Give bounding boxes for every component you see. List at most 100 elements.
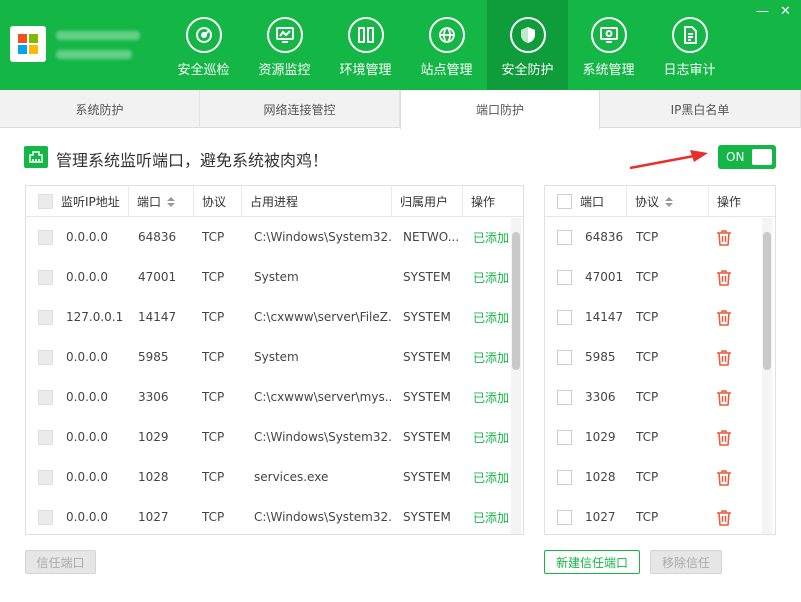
table-row: 127.0.0.1 14147 TCP C:\cxwww\server\FileZ..… [26, 297, 511, 337]
nav-label: 安全巡检 [177, 63, 230, 78]
row-checkbox[interactable] [557, 509, 572, 525]
cell-action-status[interactable]: 已添加 [473, 297, 511, 337]
cell-action-status[interactable]: 已添加 [473, 257, 511, 297]
cell-action-status[interactable]: 已添加 [473, 217, 511, 257]
row-checkbox[interactable] [557, 429, 572, 445]
cell-port: 1027 [138, 510, 169, 524]
banner-text: 管理系统监听端口，避免系统被肉鸡！ [56, 151, 329, 170]
row-checkbox[interactable] [38, 229, 53, 245]
row-checkbox[interactable] [557, 229, 572, 245]
cell-port: 1028 [585, 470, 616, 484]
right-scroll-thumb[interactable] [763, 232, 771, 370]
cell-action-status[interactable]: 已添加 [473, 337, 511, 377]
row-checkbox[interactable] [38, 269, 53, 285]
cell-port: 5985 [138, 350, 169, 364]
nav-item-environment[interactable]: 环境管理 [325, 0, 406, 90]
cell-protocol: TCP [636, 350, 659, 364]
remove-trust-button[interactable]: 移除信任 [650, 550, 722, 574]
row-checkbox[interactable] [557, 309, 572, 325]
cell-action-status[interactable]: 已添加 [473, 457, 511, 497]
cell-action-status[interactable]: 已添加 [473, 377, 511, 417]
close-button[interactable]: ✕ [780, 5, 791, 19]
delete-icon[interactable] [716, 257, 732, 297]
delete-icon[interactable] [716, 297, 732, 337]
row-checkbox-cell [557, 457, 572, 497]
row-checkbox-cell [38, 257, 53, 297]
cell-protocol: TCP [202, 350, 225, 364]
header-checkbox-cell: 端口 [545, 186, 627, 217]
blurred-server-name [56, 50, 132, 59]
table-row: 0.0.0.0 5985 TCP System SYSTEM 已添加 [26, 337, 511, 377]
cell-process: C:\cxwww\server\mys... [254, 390, 392, 404]
cell-listen-ip: 0.0.0.0 [66, 470, 108, 484]
tab-system-protection[interactable]: 系统防护 [0, 90, 200, 128]
row-checkbox[interactable] [38, 469, 53, 485]
nav-item-resource-monitor[interactable]: 资源监控 [244, 0, 325, 90]
row-checkbox[interactable] [38, 509, 53, 525]
tab-port-protection[interactable]: 端口防护 [400, 90, 600, 129]
row-checkbox-cell [557, 257, 572, 297]
windows-logo-icon [10, 26, 46, 62]
nav-label: 系统管理 [582, 63, 635, 78]
document-icon [671, 17, 708, 53]
cell-port: 1027 [585, 510, 616, 524]
red-arrow-annotation [629, 150, 708, 170]
server-rack-icon [347, 17, 384, 53]
table-row: 3306 TCP [545, 377, 761, 417]
left-scroll-thumb[interactable] [512, 232, 520, 370]
col-protocol-header[interactable]: 协议 [627, 186, 709, 217]
port-protection-toggle[interactable]: ON [718, 145, 776, 169]
tab-network-control[interactable]: 网络连接管控 [200, 90, 400, 128]
row-checkbox[interactable] [557, 389, 572, 405]
cell-port: 14147 [585, 310, 624, 324]
trust-port-button[interactable]: 信任端口 [25, 550, 96, 574]
nav-item-system-management[interactable]: 系统管理 [568, 0, 649, 90]
select-all-checkbox[interactable] [557, 194, 572, 209]
row-checkbox[interactable] [38, 429, 53, 445]
col-port-header[interactable]: 端口 [129, 186, 194, 217]
tab-ip-list[interactable]: IP黑白名单 [600, 90, 801, 128]
right-scrollbar[interactable] [762, 218, 772, 534]
new-trust-port-button[interactable]: 新建信任端口 [544, 550, 640, 574]
select-all-checkbox[interactable] [38, 194, 53, 209]
cell-listen-ip: 0.0.0.0 [66, 230, 108, 244]
cell-action-status[interactable]: 已添加 [473, 417, 511, 457]
cell-process: C:\Windows\System32... [254, 510, 392, 524]
delete-icon[interactable] [716, 417, 732, 457]
cell-protocol: TCP [202, 390, 225, 404]
delete-icon[interactable] [716, 457, 732, 497]
row-checkbox[interactable] [38, 309, 53, 325]
cell-protocol: TCP [202, 470, 225, 484]
shield-icon [509, 17, 546, 53]
table-row: 5985 TCP [545, 337, 761, 377]
row-checkbox[interactable] [557, 469, 572, 485]
nav-item-security-inspection[interactable]: 安全巡检 [163, 0, 244, 90]
cell-owner: SYSTEM [403, 310, 451, 324]
delete-icon[interactable] [716, 377, 732, 417]
left-scrollbar[interactable] [511, 218, 521, 534]
cell-protocol: TCP [636, 230, 659, 244]
col-process: 占用进程 [242, 186, 392, 217]
cell-protocol: TCP [636, 390, 659, 404]
row-checkbox[interactable] [38, 349, 53, 365]
nav-item-security-protection[interactable]: 安全防护 [487, 0, 568, 90]
cell-port: 1028 [138, 470, 169, 484]
delete-icon[interactable] [716, 337, 732, 377]
table-row: 0.0.0.0 1027 TCP C:\Windows\System32... SYST… [26, 497, 511, 534]
nav-item-sites[interactable]: 站点管理 [406, 0, 487, 90]
row-checkbox[interactable] [557, 269, 572, 285]
minimize-button[interactable]: — [756, 5, 769, 19]
table-row: 0.0.0.0 64836 TCP C:\Windows\System32... NET… [26, 217, 511, 257]
row-checkbox[interactable] [557, 349, 572, 365]
delete-icon[interactable] [716, 497, 732, 534]
cell-protocol: TCP [202, 310, 225, 324]
row-checkbox-cell [38, 457, 53, 497]
row-checkbox[interactable] [38, 389, 53, 405]
cell-protocol: TCP [636, 510, 659, 524]
table-row: 47001 TCP [545, 257, 761, 297]
cell-action-status[interactable]: 已添加 [473, 497, 511, 534]
nav-label: 日志审计 [663, 63, 716, 78]
nav-label: 资源监控 [258, 63, 311, 78]
nav-item-log-audit[interactable]: 日志审计 [649, 0, 730, 90]
delete-icon[interactable] [716, 217, 732, 257]
